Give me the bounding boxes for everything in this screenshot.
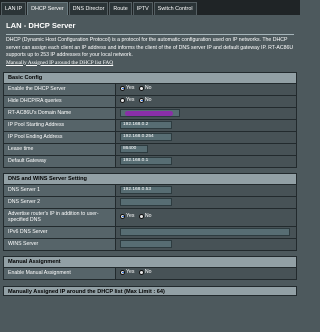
- dns1-input[interactable]: 192.168.0.53: [120, 186, 172, 194]
- lease-time-input[interactable]: 86400: [120, 145, 148, 153]
- enable-manual-no-radio[interactable]: No: [138, 269, 152, 275]
- radio-selected-icon: [120, 213, 125, 219]
- redacted-mark: [125, 111, 173, 116]
- wins-server-input[interactable]: [120, 240, 172, 248]
- basic-config-table: Basic Config Enable the DHCP Server Yes …: [3, 71, 297, 168]
- tab-bar: LAN IP DHCP Server DNS Director Route IP…: [0, 0, 300, 15]
- hide-dhcp-label: Hide DHCP/RA queries: [3, 94, 116, 108]
- basic-config-header: Basic Config: [3, 71, 297, 84]
- advertise-router-radios: Yes No: [115, 207, 297, 227]
- ip-pool-start-label: IP Pool Starting Address: [3, 118, 116, 132]
- manual-assignment-header: Manual Assignment: [3, 255, 297, 268]
- advertise-router-label: Advertise router's IP in addition to use…: [3, 207, 116, 227]
- ip-pool-end-input[interactable]: 192.168.0.254: [120, 133, 172, 141]
- wins-server-label: WINS Server: [3, 237, 116, 251]
- tab-dns-director[interactable]: DNS Director: [68, 2, 109, 15]
- tab-lan-ip[interactable]: LAN IP: [1, 2, 27, 15]
- manual-assignment-table: Manual Assignment Enable Manual Assignme…: [3, 255, 297, 280]
- radio-empty-icon: [138, 269, 144, 275]
- page-description: DHCP (Dynamic Host Configuration Protoco…: [6, 37, 294, 58]
- radio-empty-icon: [138, 85, 144, 91]
- enable-dhcp-no-radio[interactable]: No: [138, 85, 152, 91]
- ip-pool-start-input[interactable]: 192.168.0.2: [120, 121, 172, 129]
- domain-name-label: RT-AC86U's Domain Name: [3, 106, 116, 120]
- domain-name-input[interactable]: [120, 109, 180, 117]
- ip-pool-end-label: IP Pool Ending Address: [3, 130, 116, 144]
- dns2-label: DNS Server 2: [3, 195, 116, 209]
- dhcp-page: LAN - DHCP Server DHCP (Dynamic Host Con…: [0, 15, 300, 332]
- enable-dhcp-yes-radio[interactable]: Yes: [120, 85, 134, 91]
- enable-dhcp-radios: Yes No: [115, 82, 297, 96]
- hide-dhcp-radios: Yes No: [115, 94, 297, 108]
- radio-selected-icon: [138, 97, 144, 103]
- enable-manual-label: Enable Manual Assignment: [3, 266, 116, 280]
- default-gateway-label: Default Gateway: [3, 154, 116, 168]
- dns-wins-table: DNS and WINS Server Setting DNS Server 1…: [3, 172, 297, 251]
- radio-selected-icon: [120, 85, 125, 91]
- faq-link[interactable]: Manually Assigned IP around the DHCP lis…: [6, 60, 294, 67]
- hide-dhcp-yes-radio[interactable]: Yes: [120, 97, 134, 103]
- radio-empty-icon: [138, 213, 144, 219]
- advertise-no-radio[interactable]: No: [138, 213, 152, 219]
- ipv6-dns-label: IPv6 DNS Server: [3, 225, 116, 239]
- enable-manual-yes-radio[interactable]: Yes: [120, 269, 134, 275]
- radio-selected-icon: [120, 269, 125, 275]
- dns2-input[interactable]: [120, 198, 172, 206]
- advertise-yes-radio[interactable]: Yes: [120, 213, 134, 219]
- dns1-label: DNS Server 1: [3, 183, 116, 197]
- enable-dhcp-label: Enable the DHCP Server: [3, 82, 116, 96]
- dns-wins-header: DNS and WINS Server Setting: [3, 172, 297, 185]
- title-divider: [6, 34, 294, 35]
- tab-route[interactable]: Route: [109, 2, 132, 15]
- enable-manual-radios: Yes No: [115, 266, 297, 280]
- page-title: LAN - DHCP Server: [6, 21, 76, 30]
- default-gateway-input[interactable]: 192.168.0.1: [120, 157, 172, 165]
- tab-switch-control[interactable]: Switch Control: [153, 2, 197, 15]
- tab-iptv[interactable]: IPTV: [132, 2, 153, 15]
- tab-dhcp-server[interactable]: DHCP Server: [27, 2, 68, 15]
- ipv6-dns-input[interactable]: [120, 228, 290, 236]
- radio-empty-icon: [120, 97, 125, 103]
- lease-time-label: Lease time: [3, 142, 116, 156]
- hide-dhcp-no-radio[interactable]: No: [138, 97, 152, 103]
- manual-ip-list-header: Manually Assigned IP around the DHCP lis…: [3, 285, 297, 296]
